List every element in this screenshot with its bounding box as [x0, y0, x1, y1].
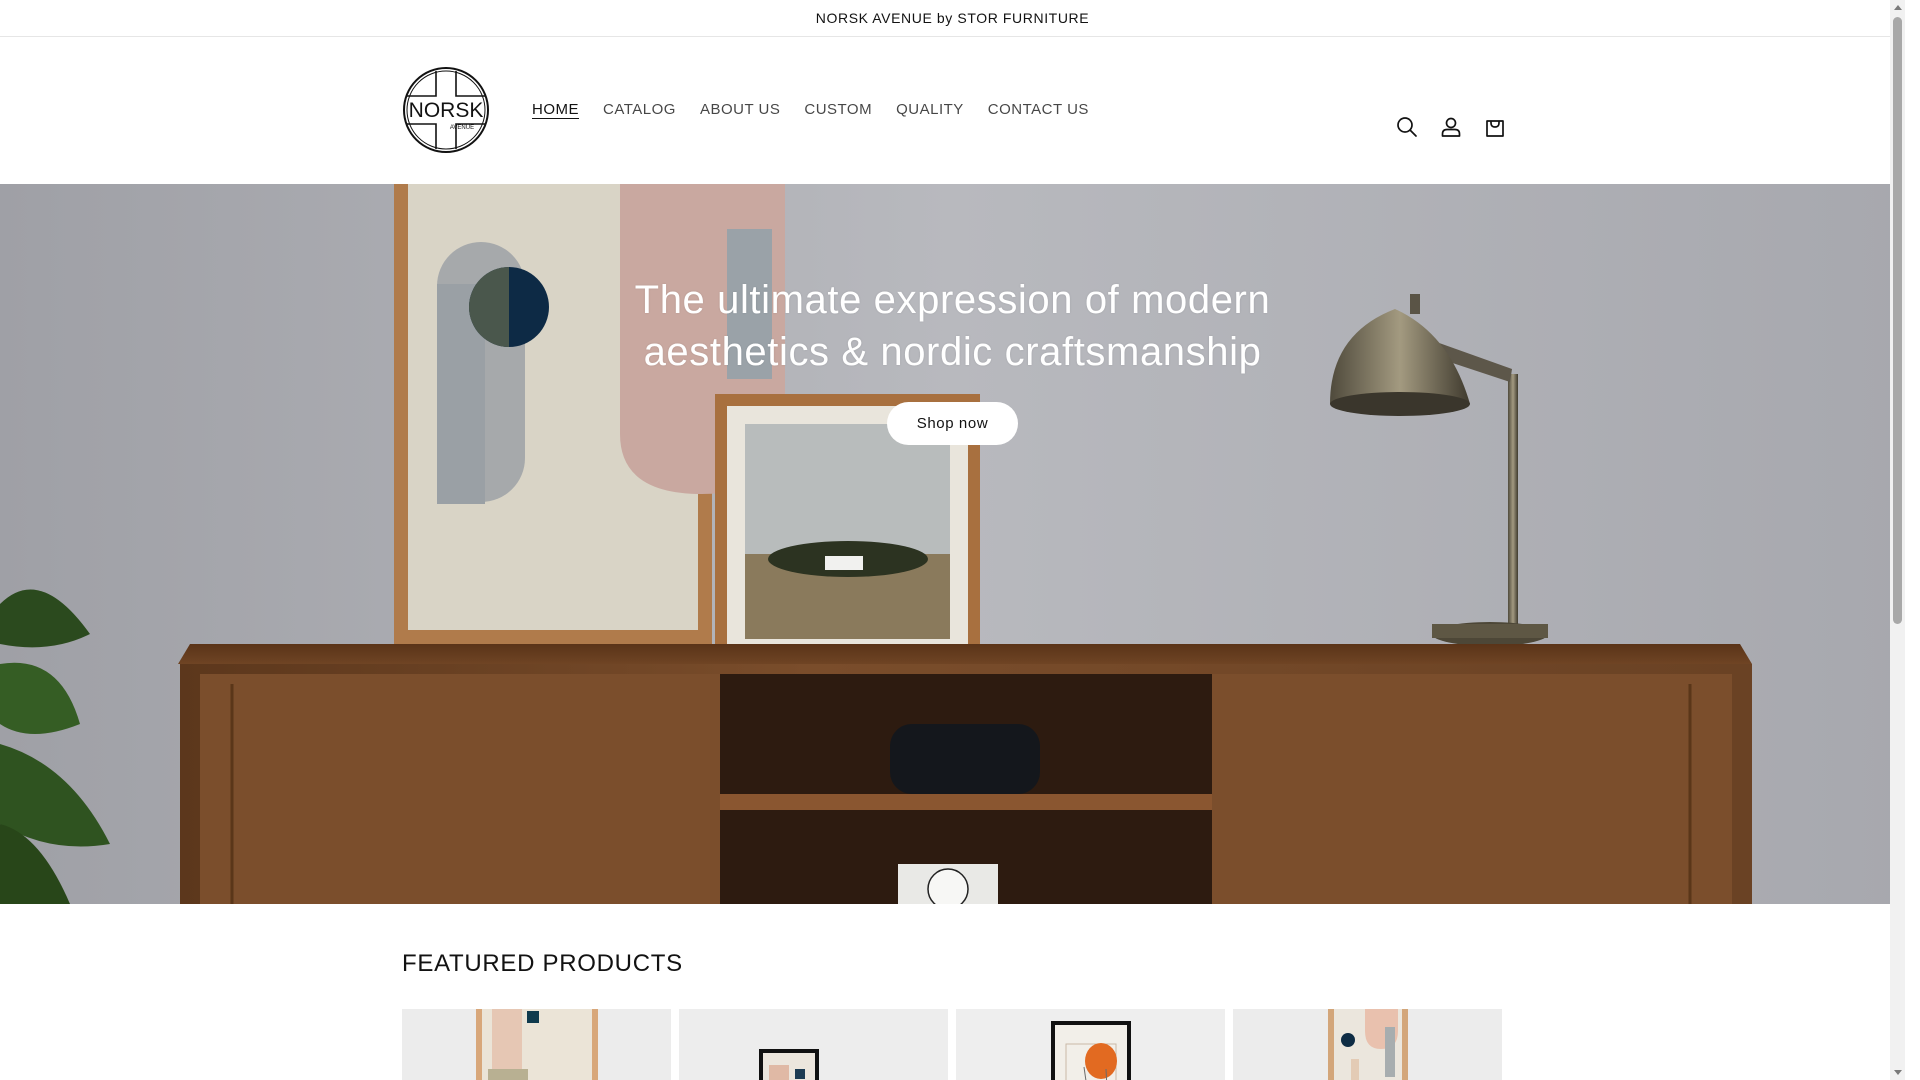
- product-card[interactable]: [679, 1009, 948, 1080]
- search-icon[interactable]: [1385, 105, 1429, 149]
- hero-content: The ultimate expression of modern aesthe…: [0, 274, 1905, 445]
- site-header: NORSK AVENUE HOME CATALOG ABOUT US CUSTO…: [0, 37, 1905, 183]
- shop-now-button[interactable]: Shop now: [886, 402, 1019, 445]
- main-nav: HOME CATALOG ABOUT US CUSTOM QUALITY CON…: [520, 100, 1101, 120]
- nav-item-catalog[interactable]: CATALOG: [591, 100, 688, 120]
- logo-emblem-icon: NORSK AVENUE: [403, 67, 489, 153]
- product-image: [1233, 1009, 1502, 1080]
- product-image: [956, 1009, 1225, 1080]
- header-icons: [1385, 117, 1517, 149]
- product-card[interactable]: [956, 1009, 1225, 1080]
- scroll-down-icon[interactable]: [1890, 1065, 1905, 1080]
- product-card[interactable]: [1233, 1009, 1502, 1080]
- nav-item-contact-us[interactable]: CONTACT US: [976, 100, 1101, 120]
- logo-sub-text: AVENUE: [450, 125, 474, 131]
- cart-icon[interactable]: [1473, 105, 1517, 149]
- hero-heading: The ultimate expression of modern aesthe…: [634, 278, 1271, 374]
- product-image: [402, 1009, 671, 1080]
- page: NORSK AVENUE by STOR FURNITURE NORSK AVE…: [0, 0, 1905, 1080]
- product-image: [679, 1009, 948, 1080]
- scrollbar-thumb[interactable]: [1893, 17, 1902, 624]
- product-grid: [402, 1009, 1502, 1080]
- logo-main-text: NORSK: [409, 99, 484, 122]
- nav-item-custom[interactable]: CUSTOM: [792, 100, 884, 120]
- logo[interactable]: NORSK AVENUE: [402, 66, 490, 154]
- announcement-text: NORSK AVENUE by STOR FURNITURE: [815, 10, 1090, 26]
- page-scrollbar[interactable]: [1890, 0, 1905, 1080]
- announcement-bar: NORSK AVENUE by STOR FURNITURE: [0, 0, 1905, 37]
- featured-products-title: FEATURED PRODUCTS: [402, 950, 683, 977]
- scroll-up-icon[interactable]: [1890, 0, 1905, 15]
- nav-item-home[interactable]: HOME: [520, 100, 591, 120]
- product-card[interactable]: [402, 1009, 671, 1080]
- account-icon[interactable]: [1429, 105, 1473, 149]
- nav-item-quality[interactable]: QUALITY: [884, 100, 976, 120]
- hero-banner: The ultimate expression of modern aesthe…: [0, 184, 1905, 904]
- nav-item-about-us[interactable]: ABOUT US: [688, 100, 792, 120]
